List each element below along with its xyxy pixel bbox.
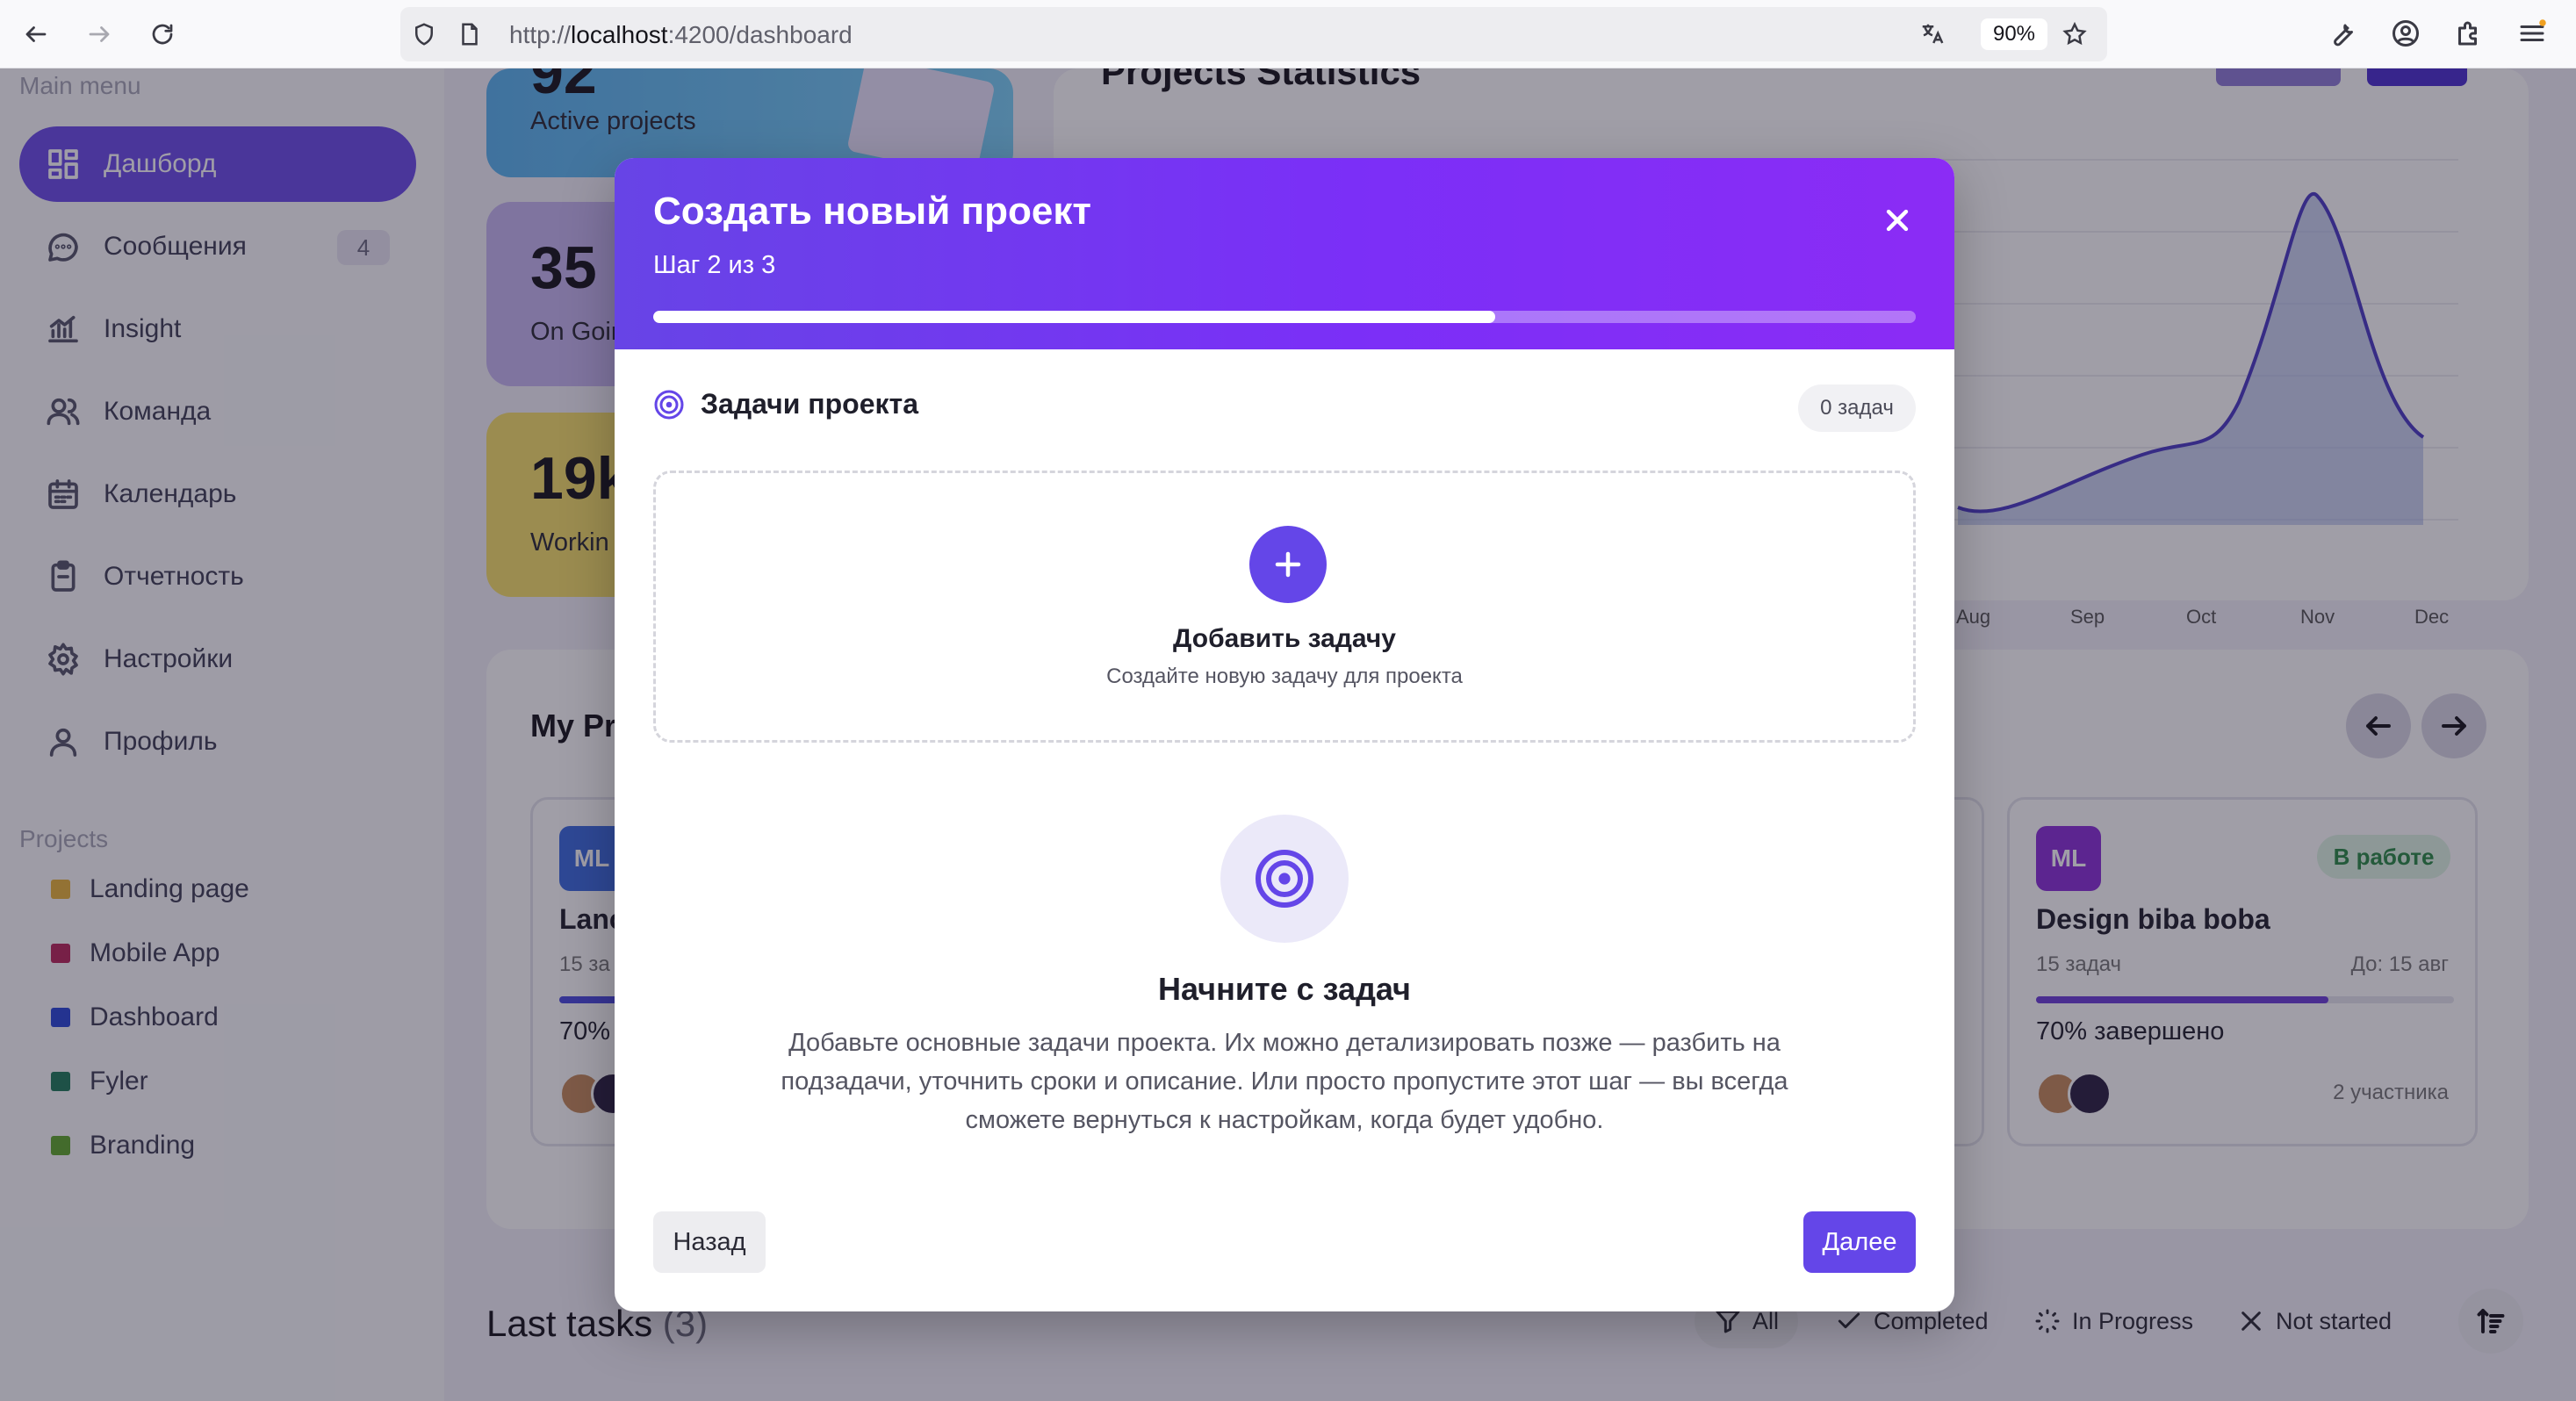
wrench-icon[interactable] [2327,18,2360,51]
close-modal-button[interactable] [1875,198,1919,242]
step-progress-bar [653,311,1916,323]
section-header: Задачи проекта [653,388,918,420]
account-icon[interactable] [2390,18,2423,51]
empty-state-description: Добавьте основные задачи проекта. Их мож… [781,1029,1788,1134]
empty-state-title: Начните с задач [1158,971,1411,1007]
page-icon [457,21,483,47]
shield-icon[interactable] [411,21,437,47]
browser-toolbar: http://localhost:4200/dashboard 90% [0,0,2576,68]
empty-state-illustration [1220,815,1349,943]
back-button[interactable]: Назад [653,1211,766,1273]
address-bar[interactable]: http://localhost:4200/dashboard 90% [400,7,2107,61]
next-button[interactable]: Далее [1803,1211,1916,1273]
target-icon [654,390,684,419]
add-task-subtitle: Создайте новую задачу для проекта [1106,665,1463,688]
modal-title: Создать новый проект [653,190,1091,233]
bookmark-star-icon[interactable] [2062,21,2088,47]
extensions-icon[interactable] [2453,18,2486,51]
menu-icon[interactable] [2516,18,2550,51]
modal-step-indicator: Шаг 2 из 3 [653,251,776,279]
zoom-level[interactable]: 90% [1981,18,2047,50]
forward-arrow-icon[interactable] [81,16,118,53]
add-task-dropzone[interactable]: Добавить задачу Создайте новую задачу дл… [653,471,1916,743]
translate-icon[interactable] [1919,21,1946,47]
step-progress-fill [653,311,1496,323]
task-count-badge: 0 задач [1798,384,1916,432]
section-title: Задачи проекта [701,388,918,420]
url-text[interactable]: http://localhost:4200/dashboard [509,21,853,49]
modal-header: Создать новый проект Шаг 2 из 3 [615,158,1954,349]
plus-icon [1275,551,1301,578]
close-icon [1886,209,1909,232]
reload-icon[interactable] [144,16,181,53]
add-task-button[interactable] [1249,526,1327,603]
back-arrow-icon[interactable] [18,16,54,53]
target-icon [1256,850,1313,908]
add-task-title: Добавить задачу [1173,624,1396,653]
create-project-modal: Создать новый проект Шаг 2 из 3 Задачи п… [615,158,1954,1311]
